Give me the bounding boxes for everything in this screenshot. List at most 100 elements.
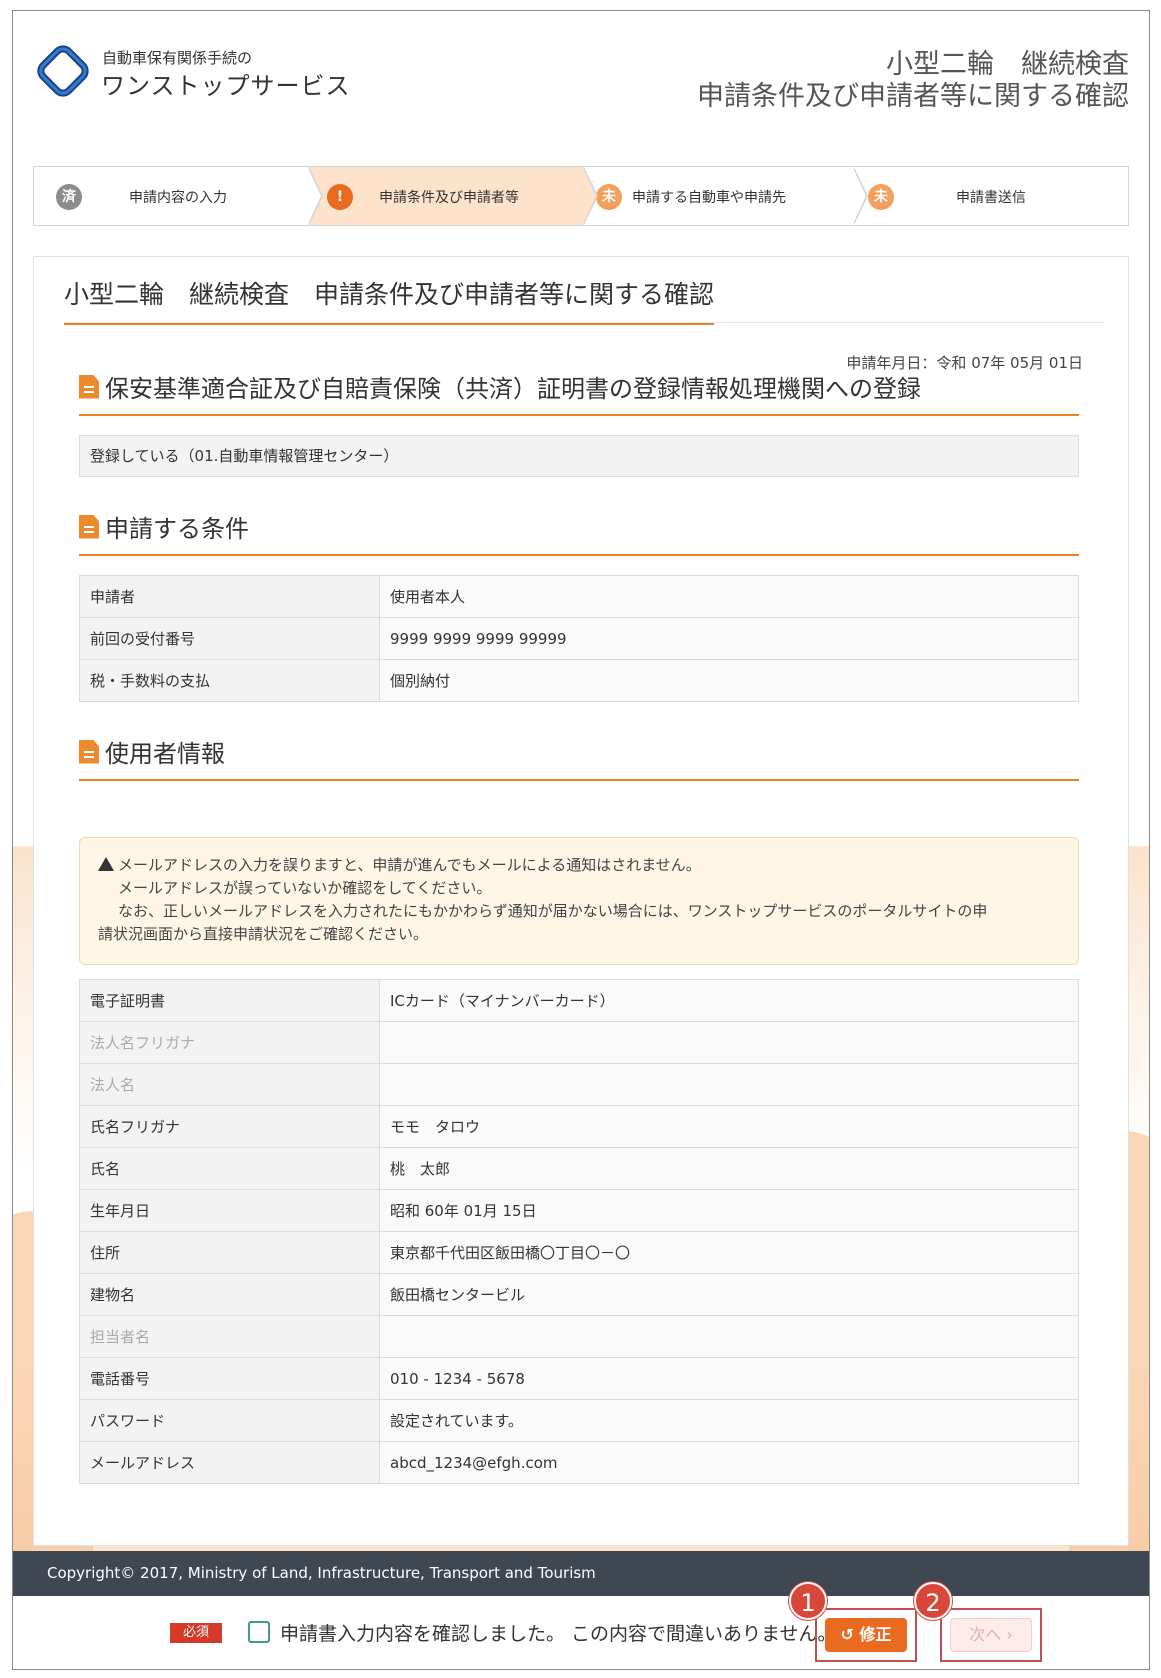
title-divider <box>64 322 1104 323</box>
row-label: 税・手数料の支払 <box>79 659 380 702</box>
table-row: 電話番号 010 - 1234 - 5678 <box>79 1357 1079 1400</box>
row-value: abcd_1234@efgh.com <box>379 1441 1079 1484</box>
step-label: 申請する自動車や申請先 <box>632 190 786 206</box>
user-info-table: 電子証明書 ICカード（マイナンバーカード） 法人名フリガナ 法人名 氏名フリガナ… <box>79 979 1079 1484</box>
fix-button[interactable]: ↺ 修正 <box>825 1618 907 1652</box>
row-label: 住所 <box>79 1231 380 1274</box>
progress-steps: 済 申請内容の入力 ! 申請条件及び申請者等 未 申請する自動車や申請先 未 申… <box>33 166 1129 226</box>
main-card: 小型二輪 継続検査 申請条件及び申請者等に関する確認 申請年月日：令和 07年 … <box>33 256 1129 1546</box>
step-vehicle: 未 申請する自動車や申請先 <box>584 167 868 225</box>
row-value: 桃 太郎 <box>379 1147 1079 1190</box>
row-value: 個別納付 <box>379 659 1079 702</box>
row-value <box>379 1063 1079 1106</box>
step-label: 申請書送信 <box>956 190 1026 206</box>
row-value: モモ タロウ <box>379 1105 1079 1148</box>
table-row: 電子証明書 ICカード（マイナンバーカード） <box>79 979 1079 1022</box>
email-warning-box: メールアドレスの入力を誤りますと、申請が進んでもメールによる通知はされません。 … <box>79 837 1079 965</box>
step-conditions: ! 申請条件及び申請者等 <box>309 167 598 225</box>
conditions-table: 申請者 使用者本人 前回の受付番号 9999 9999 9999 99999 税・手… <box>79 575 1079 702</box>
row-value: 設定されています。 <box>379 1399 1079 1442</box>
table-row: パスワード 設定されています。 <box>79 1399 1079 1442</box>
section-title: 保安基準適合証及び自賠責保険（共済）証明書の登録情報処理機関への登録 <box>105 375 921 403</box>
step-pending-icon: 未 <box>868 184 894 210</box>
oss-logo-icon <box>37 45 89 97</box>
step-submit: 未 申請書送信 <box>854 167 1128 225</box>
row-value <box>379 1315 1079 1358</box>
document-icon <box>79 514 99 539</box>
page-frame: 自動車保有関係手続の ワンストップサービス 小型二輪 継続検査 申請条件及び申請… <box>12 10 1150 1670</box>
section-heading-user: 使用者情報 <box>79 734 1079 781</box>
row-label: 生年月日 <box>79 1189 380 1232</box>
table-row: 法人名フリガナ <box>79 1021 1079 1064</box>
warning-line: なお、正しいメールアドレスを入力されたにもかかわらず通知が届かない場合には、ワン… <box>118 902 988 920</box>
table-row: 担当者名 <box>79 1315 1079 1358</box>
row-label: 建物名 <box>79 1273 380 1316</box>
section-title: 申請する条件 <box>105 515 249 543</box>
step-pending-icon: 未 <box>596 184 622 210</box>
warning-icon <box>98 857 114 871</box>
confirm-bar: 必須 申請書入力内容を確認しました。 この内容で間違いありません。 ↺ 修正 次… <box>13 1582 1149 1669</box>
document-icon <box>79 739 99 764</box>
chevron-right-icon: › <box>1006 1625 1013 1644</box>
row-value: 9999 9999 9999 99999 <box>379 617 1079 660</box>
row-value: ICカード（マイナンバーカード） <box>379 979 1079 1022</box>
step-arrow-icon <box>853 167 868 225</box>
header-title-line1: 小型二輪 継続検査 <box>886 49 1129 80</box>
header-title-line2: 申請条件及び申請者等に関する確認 <box>697 81 1129 112</box>
logo-subtitle: 自動車保有関係手続の <box>102 49 253 67</box>
row-value: 昭和 60年 01月 15日 <box>379 1189 1079 1232</box>
section-heading-registration: 保安基準適合証及び自賠責保険（共済）証明書の登録情報処理機関への登録 <box>79 369 1079 416</box>
footer-copyright: Copyright© 2017, Ministry of Land, Infra… <box>13 1551 1149 1596</box>
step-marker-2: 2 <box>914 1582 952 1620</box>
table-row: 氏名フリガナ モモ タロウ <box>79 1105 1079 1148</box>
row-label: 氏名 <box>79 1147 380 1190</box>
next-button[interactable]: 次へ › <box>950 1618 1032 1652</box>
row-label: 電子証明書 <box>79 979 380 1022</box>
row-label: 前回の受付番号 <box>79 617 380 660</box>
header-title: 小型二輪 継続検査 申請条件及び申請者等に関する確認 <box>697 49 1129 113</box>
step-current-icon: ! <box>327 184 353 210</box>
table-row: 申請者 使用者本人 <box>79 575 1079 618</box>
table-row: 法人名 <box>79 1063 1079 1106</box>
table-row: 税・手数料の支払 個別納付 <box>79 659 1079 702</box>
table-row: 建物名 飯田橋センタービル <box>79 1273 1079 1316</box>
step-marker-1: 1 <box>789 1582 827 1620</box>
step-input: 済 申請内容の入力 <box>34 167 323 225</box>
row-label: 申請者 <box>79 575 380 618</box>
table-row: 氏名桃 太郎 <box>79 1147 1079 1190</box>
row-value: 使用者本人 <box>379 575 1079 618</box>
warning-line: メールアドレスの入力を誤りますと、申請が進んでもメールによる通知はされません。 <box>118 856 701 874</box>
step-label: 申請内容の入力 <box>129 190 227 206</box>
row-value: 飯田橋センタービル <box>379 1273 1079 1316</box>
document-icon <box>79 374 99 399</box>
section-heading-conditions: 申請する条件 <box>79 509 1079 556</box>
row-label: 法人名フリガナ <box>79 1021 380 1064</box>
table-row: 生年月日 昭和 60年 01月 15日 <box>79 1189 1079 1232</box>
confirm-label[interactable]: 申請書入力内容を確認しました。 この内容で間違いありません。 <box>280 1619 836 1646</box>
table-row: 前回の受付番号 9999 9999 9999 99999 <box>79 617 1079 660</box>
logo-title: ワンストップサービス <box>101 72 351 100</box>
table-row: 住所 東京都千代田区飯田橋〇丁目〇－〇 <box>79 1231 1079 1274</box>
next-button-label: 次へ <box>969 1625 1002 1644</box>
row-label: パスワード <box>79 1399 380 1442</box>
row-label: メールアドレス <box>79 1441 380 1484</box>
section-title: 使用者情報 <box>105 740 225 768</box>
step-label: 申請条件及び申請者等 <box>379 190 519 206</box>
warning-line: 請状況画面から直接申請状況をご確認ください。 <box>98 925 429 943</box>
fix-button-label: 修正 <box>859 1625 892 1644</box>
row-value: 010 - 1234 - 5678 <box>379 1357 1079 1400</box>
row-label: 法人名 <box>79 1063 380 1106</box>
row-value <box>379 1021 1079 1064</box>
row-label: 担当者名 <box>79 1315 380 1358</box>
undo-icon: ↺ <box>840 1625 854 1644</box>
table-row: メールアドレス abcd_1234@efgh.com <box>79 1441 1079 1484</box>
step-done-icon: 済 <box>56 184 82 210</box>
warning-line: メールアドレスが誤っていないか確認をしてください。 <box>118 879 492 897</box>
row-label: 電話番号 <box>79 1357 380 1400</box>
required-badge: 必須 <box>170 1623 222 1643</box>
step-arrow-icon <box>583 167 598 225</box>
row-value: 東京都千代田区飯田橋〇丁目〇－〇 <box>379 1231 1079 1274</box>
confirm-checkbox[interactable] <box>248 1621 270 1643</box>
registration-value: 登録している（01.自動車情報管理センター） <box>79 435 1079 477</box>
step-arrow-icon <box>308 167 323 225</box>
